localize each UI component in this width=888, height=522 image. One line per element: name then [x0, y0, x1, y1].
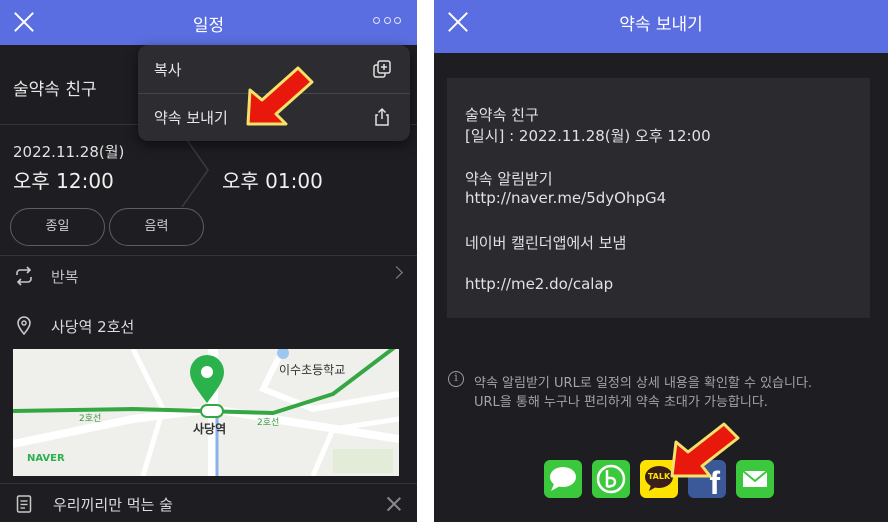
red-arrow-annotation-icon: [670, 422, 740, 478]
message-line: 약속 알림받기: [465, 170, 553, 188]
location-label[interactable]: 사당역 2호선: [51, 316, 134, 337]
event-title: 술약속 친구: [13, 80, 97, 100]
time-range-arrow-icon: [181, 132, 209, 208]
menu-item-label: 약속 보내기: [154, 109, 228, 127]
header-title: 일정: [192, 16, 225, 36]
start-time[interactable]: 오후 12:00: [13, 165, 114, 194]
memo-icon: [16, 495, 32, 513]
repeat-label[interactable]: 반복: [51, 266, 79, 287]
naver-logo: NAVER: [27, 453, 65, 464]
chevron-right-icon[interactable]: [390, 266, 403, 279]
message-link: http://naver.me/5dyOhpG4: [465, 189, 667, 207]
header-bar: 일정: [0, 0, 417, 45]
share-band-button[interactable]: [592, 460, 630, 498]
message-icon: [550, 467, 576, 491]
message-line: 네이버 캘린더앱에서 보냄: [465, 234, 627, 252]
lunar-toggle[interactable]: 음력: [109, 208, 204, 246]
message-line: 술약속 친구: [465, 106, 539, 124]
location-pin-icon: [17, 316, 31, 335]
location-map[interactable]: 이수초등학교 사당역 2호선 2호선 NAVER: [13, 349, 399, 476]
info-text: URL을 통해 누구나 편리하게 약속 초대가 가능합니다.: [474, 395, 768, 410]
map-station-label: 사당역: [193, 422, 227, 436]
divider: [0, 255, 417, 256]
info-text: 약속 알림받기 URL로 일정의 상세 내용을 확인할 수 있습니다.: [474, 376, 813, 391]
divider: [0, 483, 417, 484]
more-options-icon[interactable]: [373, 17, 401, 27]
end-time[interactable]: 오후 01:00: [222, 165, 323, 194]
start-date[interactable]: 2022.11.28(월): [13, 141, 124, 162]
send-appointment-screen: 약속 보내기 술약속 친구 [일시] : 2022.11.28(월) 오후 12…: [434, 0, 888, 522]
header-title: 약속 보내기: [619, 15, 703, 35]
all-day-toggle[interactable]: 종일: [10, 208, 105, 246]
memo-text[interactable]: 우리끼리만 먹는 술: [53, 494, 173, 515]
schedule-detail-screen: 일정 술약속 친구 2022.11.28(월) 오후 12:00 오후 01:0…: [0, 0, 417, 522]
repeat-icon: [16, 266, 32, 286]
map-line-label: 2호선: [257, 418, 280, 428]
map-line-label: 2호선: [79, 414, 102, 424]
map-school-label: 이수초등학교: [279, 363, 346, 377]
map-marker-icon: [190, 355, 224, 403]
share-sms-button[interactable]: [544, 460, 582, 498]
message-preview: 술약속 친구 [일시] : 2022.11.28(월) 오후 12:00 약속 …: [447, 78, 870, 318]
info-icon: [448, 371, 464, 387]
share-icon: [375, 107, 389, 126]
menu-item-label: 복사: [154, 61, 182, 79]
message-link: http://me2.do/calap: [465, 275, 614, 293]
header-bar: 약속 보내기: [434, 0, 888, 53]
band-icon: [596, 464, 626, 494]
copy-icon: [373, 60, 391, 78]
clear-memo-icon[interactable]: [387, 497, 401, 511]
message-line: [일시] : 2022.11.28(월) 오후 12:00: [465, 127, 711, 145]
red-arrow-annotation-icon: [246, 66, 314, 126]
